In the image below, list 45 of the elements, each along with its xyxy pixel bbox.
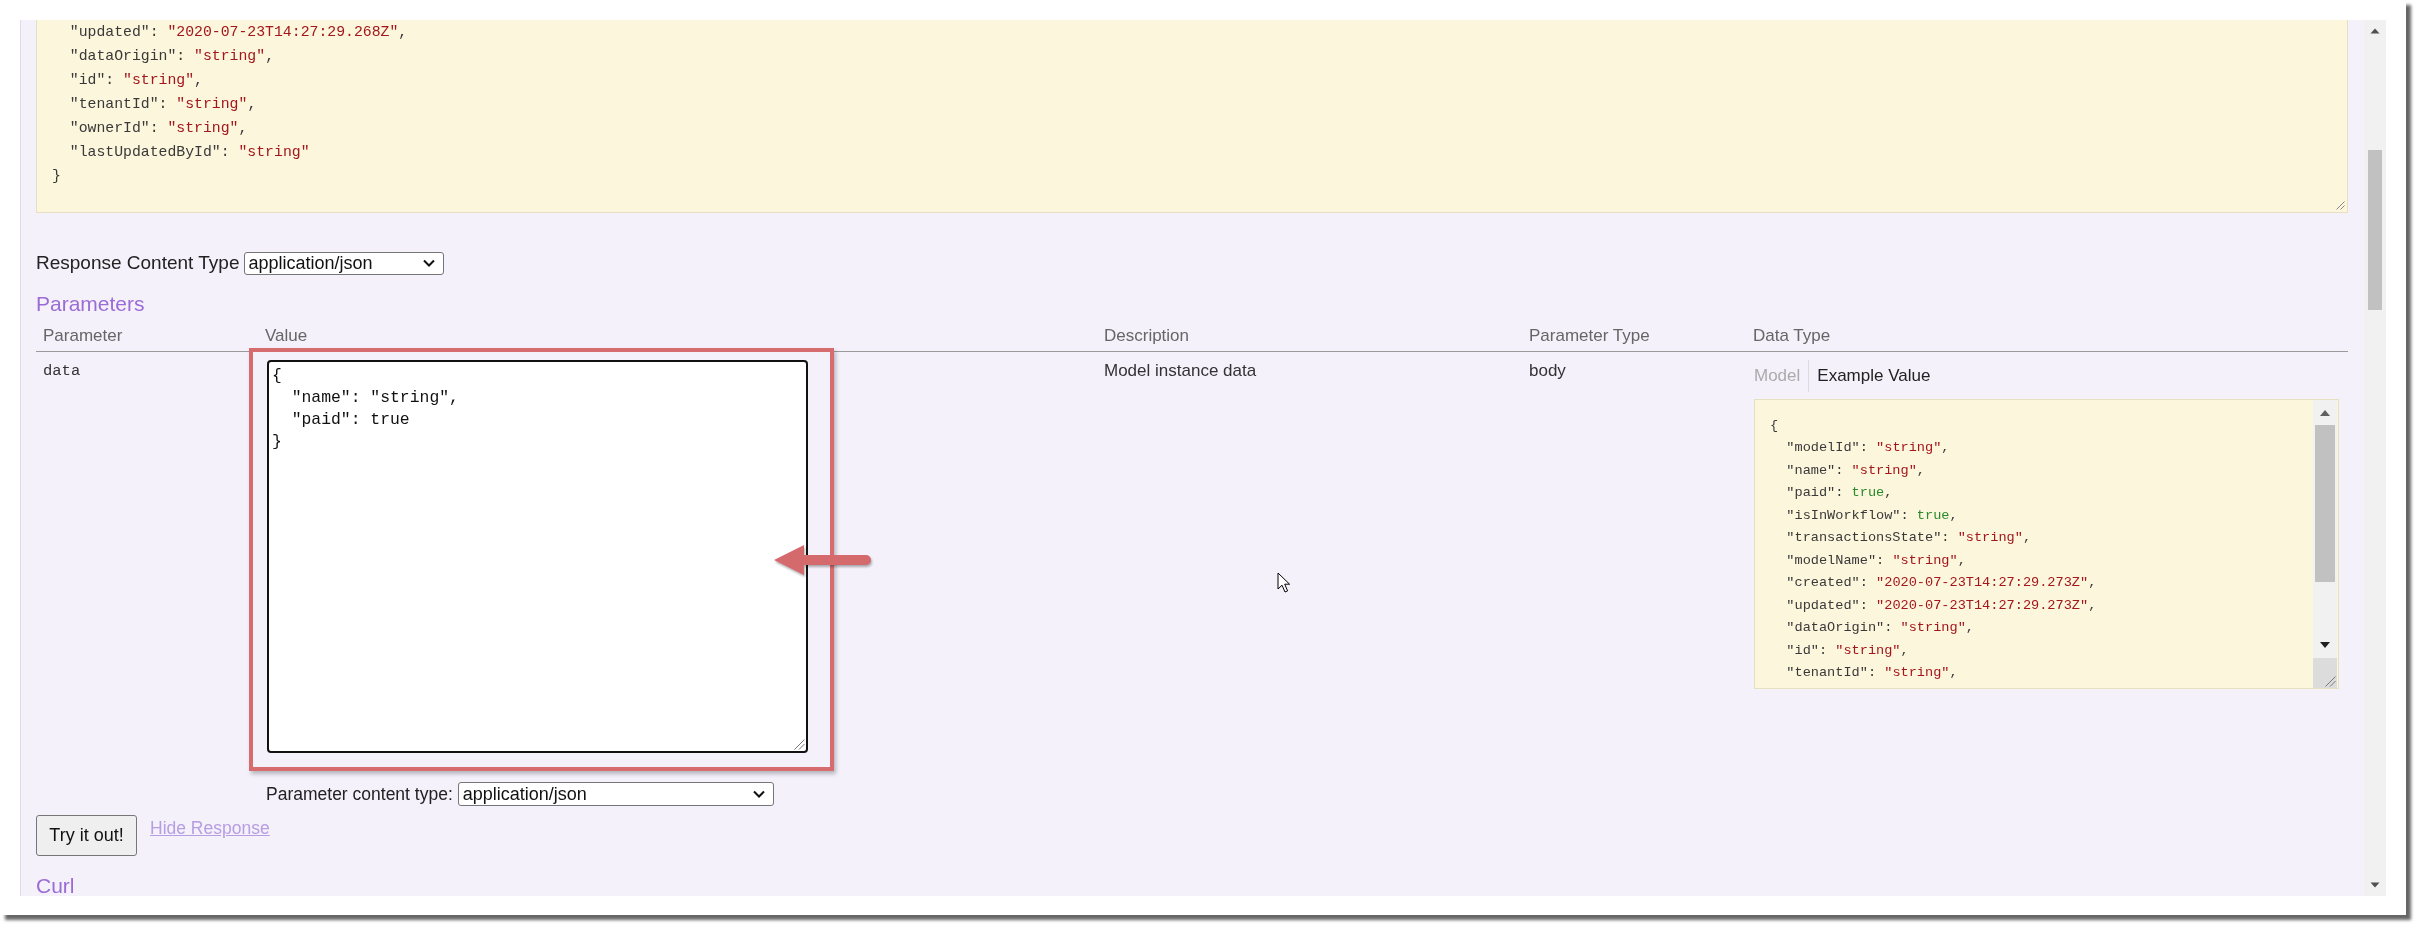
code-line: "lastUpdatedById": "string" <box>68 143 310 162</box>
code-line: } <box>52 167 61 186</box>
chevron-down-icon <box>752 790 765 798</box>
code-line: "created": "2020-07-23T14:27:29.273Z", <box>1785 574 2097 592</box>
chevron-down-icon <box>422 259 435 267</box>
parameter-name-cell: data <box>43 360 81 381</box>
column-header: Value <box>265 325 308 346</box>
scrollbar-thumb[interactable] <box>2315 424 2335 582</box>
resize-grip-icon[interactable] <box>2335 199 2345 210</box>
column-header: Parameter Type <box>1529 325 1650 346</box>
response-content-type-label: Response Content Type <box>36 252 240 274</box>
curl-heading: Curl <box>36 876 75 896</box>
code-line: "dataOrigin": "string", <box>68 47 274 66</box>
parameters-heading: Parameters <box>36 291 145 316</box>
code-line: "updated": "2020-07-23T14:27:29.268Z", <box>68 23 408 42</box>
code-line: "isInWorkflow": true, <box>1785 506 1958 525</box>
scrollbar-thumb[interactable] <box>2368 150 2382 310</box>
parameter-content-type-label: Parameter content type: <box>266 784 453 804</box>
code-line: "name": "string", <box>1785 461 1925 480</box>
code-line: "transactionsState": "string", <box>1785 529 2032 547</box>
code-line: "id": "string", <box>1785 641 1909 660</box>
code-line: "modelName": "string", <box>1785 551 1966 570</box>
code-line: "updated": "2020-07-23T14:27:29.273Z", <box>1785 596 2097 615</box>
try-it-out-button[interactable]: Try it out! <box>36 814 137 856</box>
pointer-cursor-icon <box>1277 572 1291 593</box>
code-line: "tenantId": "string", <box>1785 664 1958 682</box>
left-arrow-icon <box>774 544 872 576</box>
code-line: "tenantId": "string", <box>68 95 257 114</box>
code-line: "modelId": "string", <box>1785 439 1950 457</box>
code-line: "ownerId": "string", <box>68 119 248 138</box>
column-header: Description <box>1104 325 1190 346</box>
column-header: Data Type <box>1753 325 1831 346</box>
parameter-content-type-select[interactable]: application/json <box>457 782 774 806</box>
column-header: Parameter <box>43 325 123 346</box>
code-line: "paid": true, <box>1785 484 1893 502</box>
resize-grip-icon[interactable] <box>793 738 805 750</box>
resize-grip-icon[interactable] <box>2324 674 2336 687</box>
response-content-type-select[interactable]: application/json <box>243 251 444 275</box>
description-cell: Model instance data <box>1104 360 1257 381</box>
code-line: { <box>1770 416 1779 435</box>
parameter-type-cell: body <box>1529 360 1566 381</box>
code-line: "dataOrigin": "string", <box>1785 619 1974 637</box>
data-type-tab[interactable]: Example Value <box>1808 360 1939 392</box>
value-textarea[interactable]: { "name": "string", "paid": true } <box>267 360 808 753</box>
code-line: "id": "string", <box>68 71 203 90</box>
